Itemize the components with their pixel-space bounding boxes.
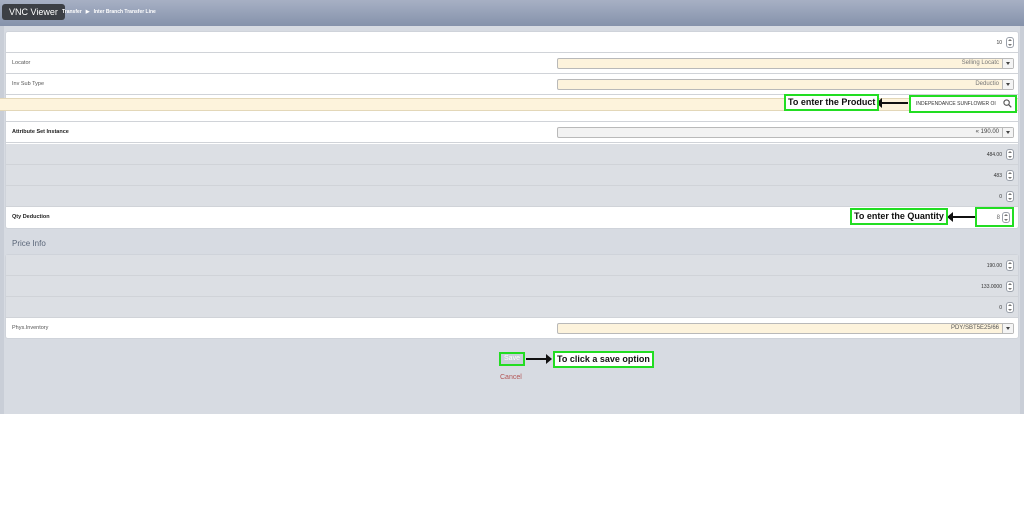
search-icon[interactable]	[1003, 99, 1012, 108]
price-row-3: 0	[6, 297, 1018, 318]
attribute-set-select[interactable]: « 190.00	[557, 127, 1014, 138]
locator-value: Selling Locatc	[961, 60, 999, 66]
breadcrumb-item-transfer[interactable]: Transfer	[62, 9, 82, 15]
price-info-title: Price Info	[12, 239, 46, 248]
vnc-screen: VNC Viewer Transfer ▶ Inter Branch Trans…	[0, 0, 1024, 525]
save-annotation: To click a save option	[553, 351, 654, 368]
attribute-set-row: Attribute Set Instance « 190.00	[6, 122, 1018, 143]
breadcrumb-separator-icon: ▶	[85, 9, 90, 15]
attribute-set-value: « 190.00	[975, 129, 999, 135]
form-panel: 10 Locator Selling Locatc Inv Sub Type D…	[5, 31, 1019, 229]
gray-row-2: 483	[6, 165, 1018, 186]
breadcrumb-item-line: Inter Branch Transfer Line	[93, 9, 156, 15]
product-annotation: To enter the Product	[784, 94, 880, 111]
price-row-1-spinner[interactable]	[1006, 260, 1014, 271]
product-search-field[interactable]: INDEPENDANCE SUNFLOWER OI	[909, 95, 1017, 113]
gray-row-3-spinner[interactable]	[1006, 191, 1014, 202]
price-row-2: 133.0000	[6, 276, 1018, 297]
cancel-button[interactable]: Cancel	[500, 374, 522, 381]
phys-inventory-select[interactable]: PDY/SBT5E25/66	[557, 323, 1014, 334]
qty-deduction-field[interactable]: 8	[975, 207, 1014, 227]
price-row-2-value: 133.0000	[981, 284, 1002, 290]
price-row-1-value: 190.00	[986, 263, 1002, 269]
qty-deduction-value: 8	[996, 215, 1000, 221]
gray-row-1-spinner[interactable]	[1006, 149, 1014, 160]
save-button[interactable]: Save	[499, 352, 525, 366]
qty-deduction-spinner[interactable]	[1002, 212, 1010, 223]
product-value: INDEPENDANCE SUNFLOWER OI	[916, 101, 996, 107]
price-row-2-spinner[interactable]	[1006, 281, 1014, 292]
phys-inventory-value: PDY/SBT5E25/66	[950, 325, 999, 331]
chevron-down-icon[interactable]	[1002, 80, 1013, 89]
chevron-down-icon[interactable]	[1002, 324, 1013, 333]
phys-inventory-row: Phys.Inventory PDY/SBT5E25/66	[6, 318, 1018, 339]
locator-label: Locator	[12, 60, 31, 66]
top-qty-value: 10	[996, 40, 1002, 46]
gray-row-2-value: 483	[993, 173, 1002, 179]
price-row-3-value: 0	[999, 305, 1002, 311]
quantity-annotation: To enter the Quantity	[850, 208, 948, 225]
price-row-3-spinner[interactable]	[1006, 302, 1014, 313]
top-qty-spinner[interactable]	[1006, 37, 1014, 48]
left-edge	[0, 26, 4, 414]
vnc-viewer-badge[interactable]: VNC Viewer	[2, 4, 65, 20]
attribute-set-label: Attribute Set Instance	[12, 129, 69, 135]
inv-sub-type-value: Deductio	[975, 81, 999, 87]
price-info-panel: 190.00 133.0000 0 Phys.Inventory PDY/SBT…	[5, 254, 1019, 339]
phys-inventory-label: Phys.Inventory	[12, 325, 49, 331]
chevron-down-icon[interactable]	[1002, 59, 1013, 68]
locator-row: Locator Selling Locatc	[6, 53, 1018, 74]
inv-sub-type-label: Inv Sub Type	[12, 81, 45, 87]
locator-select[interactable]: Selling Locatc	[557, 58, 1014, 69]
save-arrow-icon	[526, 354, 552, 364]
gray-row-3-value: 0	[999, 194, 1002, 200]
qty-deduction-label: Qty Deduction	[12, 214, 50, 220]
breadcrumb: Transfer ▶ Inter Branch Transfer Line	[62, 9, 156, 15]
title-bar: VNC Viewer Transfer ▶ Inter Branch Trans…	[0, 0, 1024, 26]
top-qty-row: 10	[6, 32, 1018, 53]
chevron-down-icon[interactable]	[1002, 128, 1013, 137]
quantity-arrow-icon	[947, 212, 975, 222]
inv-sub-type-row: Inv Sub Type Deductio	[6, 74, 1018, 95]
gray-row-3: 0	[6, 186, 1018, 207]
price-row-1: 190.00	[6, 255, 1018, 276]
gray-row-1: 484.00	[6, 144, 1018, 165]
right-edge	[1020, 26, 1024, 414]
gray-row-1-value: 484.00	[986, 152, 1002, 158]
gray-row-2-spinner[interactable]	[1006, 170, 1014, 181]
product-arrow-icon	[876, 98, 908, 108]
inv-sub-type-select[interactable]: Deductio	[557, 79, 1014, 90]
